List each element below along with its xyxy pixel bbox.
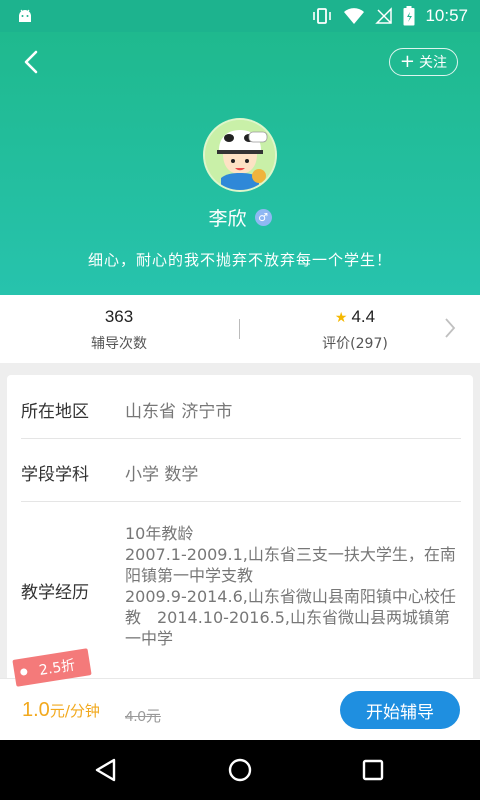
sessions-count: 363 [104, 307, 134, 326]
wifi-icon [344, 8, 365, 24]
star-icon: ★ [334, 309, 348, 325]
rating-label: 评价(297) [322, 336, 388, 352]
battery-icon [403, 6, 415, 26]
region-label: 所在地区 [21, 402, 89, 422]
clock: 10:57 [425, 6, 468, 25]
back-triangle-icon[interactable] [90, 754, 122, 786]
subject-value: 小学 数学 [125, 465, 199, 485]
male-icon: ♂ [254, 209, 272, 226]
rating-value: 4.4 [351, 307, 376, 326]
subject-label: 学段学科 [21, 465, 89, 485]
no-signal-icon [375, 7, 393, 24]
stats-bar[interactable]: 363 辅导次数 ★ 4.4 评价(297) [0, 295, 480, 363]
recents-square-icon[interactable] [357, 754, 389, 786]
teacher-name: 李欣 [208, 208, 247, 230]
experience-label: 教学经历 [21, 583, 89, 603]
divider [21, 438, 461, 439]
back-arrow-icon[interactable] [16, 46, 48, 78]
region-value: 山东省 济宁市 [125, 402, 233, 422]
plus-icon: + [399, 51, 415, 72]
follow-label: 关注 [419, 55, 447, 71]
home-circle-icon[interactable] [224, 754, 256, 786]
divider [21, 501, 461, 502]
experience-value: 10年教龄 2007.1-2009.1,山东省三支一扶大学生，在南阳镇第一中学支… [125, 524, 456, 648]
purchase-bar: 1.0元/分钟 4.0元 开始辅导 [0, 678, 480, 740]
android-icon [19, 9, 31, 22]
start-tutoring-button[interactable]: 开始辅导 [340, 691, 460, 729]
stats-divider [239, 319, 240, 339]
original-price: 4.0元 [125, 708, 161, 725]
teacher-motto: 细心，耐心的我不抛弃不放弃每一个学生！ [87, 251, 392, 269]
region-row: 所在地区 山东省 济宁市 [21, 397, 461, 422]
discount-label: 2.5折 [37, 656, 77, 679]
profile-header: + 关注 李欣 ♂ 细心，耐心的我不抛弃不放弃每一个学生！ [0, 32, 480, 295]
cartoon-avatar-icon [205, 120, 275, 190]
avatar[interactable] [203, 118, 277, 192]
status-bar: 10:57 [0, 0, 480, 32]
tag-hole [19, 667, 28, 676]
rating-stat[interactable]: ★ 4.4 评价(297) [265, 307, 445, 353]
profile-card: 所在地区 山东省 济宁市 学段学科 小学 数学 教学经历 10年教龄 2007.… [7, 375, 473, 685]
follow-button[interactable]: + 关注 [388, 48, 458, 76]
vibrate-icon [313, 8, 332, 24]
subject-row: 学段学科 小学 数学 [21, 460, 461, 485]
name-row: 李欣 ♂ [0, 204, 480, 231]
system-nav-bar [0, 740, 480, 800]
price-value: 1.0 [22, 699, 50, 721]
price-unit: 元/分钟 [49, 702, 100, 720]
price: 1.0元/分钟 [22, 699, 100, 722]
sessions-stat: 363 辅导次数 [29, 307, 209, 353]
chevron-right-icon[interactable] [444, 317, 456, 339]
sessions-label: 辅导次数 [91, 336, 147, 352]
